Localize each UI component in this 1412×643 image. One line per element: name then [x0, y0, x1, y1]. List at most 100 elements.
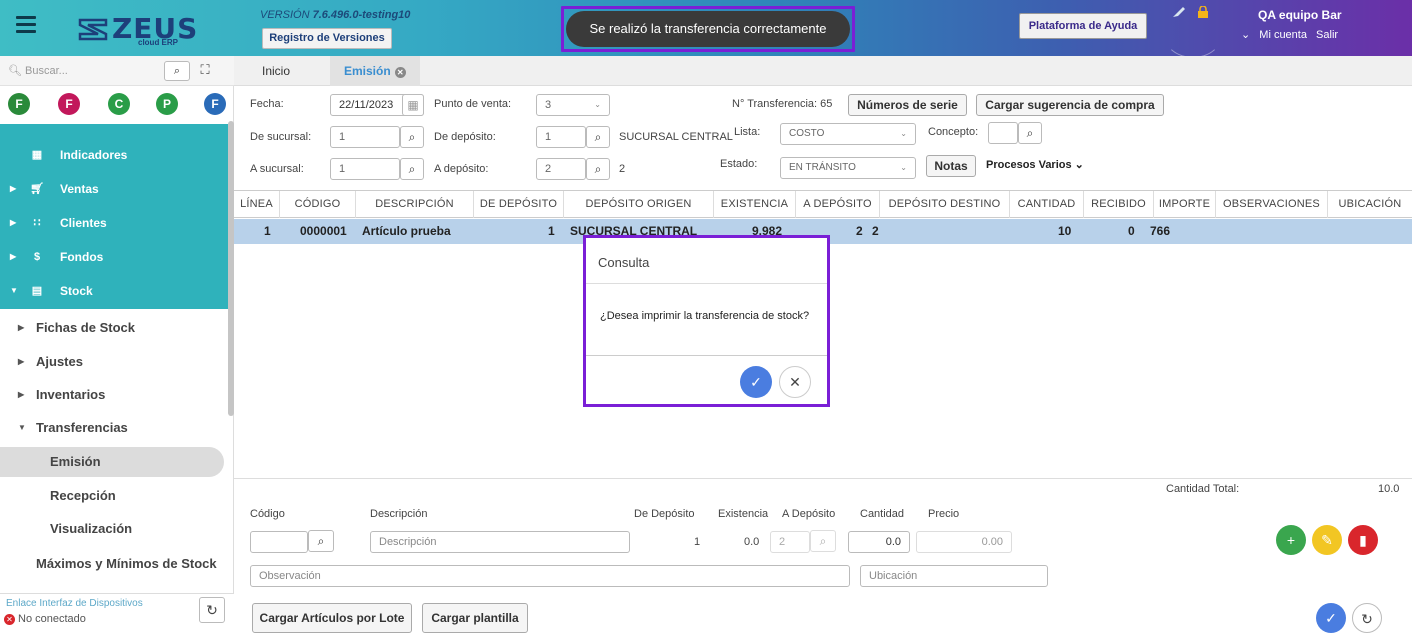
- sidebar-search: 🔍︎ Buscar... ⌕ ⛶: [0, 56, 234, 86]
- expand-icon[interactable]: ⛶: [196, 62, 214, 80]
- users-icon: ∷: [33, 217, 41, 229]
- search-icon: ⌕: [594, 130, 602, 144]
- codigo-search-button[interactable]: ⌕: [308, 530, 334, 552]
- dialog-title: Consulta: [586, 238, 827, 284]
- sidebar-item-transferencias[interactable]: ▼ Transferencias: [0, 412, 228, 444]
- sidebar-item-stock[interactable]: ▼ ▤ Stock: [0, 276, 228, 306]
- sidebar-item-emision[interactable]: Emisión: [0, 447, 224, 477]
- column-header[interactable]: DEPÓSITO ORIGEN: [564, 191, 714, 218]
- my-account-link[interactable]: Mi cuenta: [1259, 29, 1307, 41]
- sidebar-item-recepcion[interactable]: Recepción: [0, 481, 224, 511]
- cargar-sugerencia-button[interactable]: Cargar sugerencia de compra: [976, 94, 1164, 116]
- column-header[interactable]: CÓDIGO: [280, 191, 356, 218]
- lista-select[interactable]: COSTO ⌄: [780, 123, 916, 145]
- estado-select[interactable]: EN TRÁNSITO ⌄: [780, 157, 916, 179]
- close-icon[interactable]: ✕: [394, 67, 406, 78]
- submenu-label: Fichas de Stock: [36, 320, 135, 335]
- favorite-shortcut[interactable]: F: [8, 93, 30, 115]
- help-platform-button[interactable]: Plataforma de Ayuda: [1019, 13, 1147, 39]
- hamburger-menu-icon[interactable]: [16, 16, 36, 33]
- tab-emision[interactable]: Emisión ✕: [330, 56, 420, 86]
- delete-button[interactable]: ▮: [1348, 525, 1378, 555]
- column-header[interactable]: IMPORTE: [1154, 191, 1216, 218]
- search-input[interactable]: 🔍︎ Buscar...: [8, 64, 68, 77]
- calendar-icon[interactable]: ▦: [402, 94, 424, 116]
- chevron-right-icon: ▶: [18, 357, 25, 366]
- column-header[interactable]: RECIBIDO: [1084, 191, 1154, 218]
- column-header[interactable]: A DEPÓSITO: [796, 191, 880, 218]
- concepto-field[interactable]: [988, 122, 1018, 144]
- refresh-button[interactable]: ↻: [1352, 603, 1382, 633]
- a-sucursal-field[interactable]: 1: [330, 158, 400, 180]
- ubicacion-field[interactable]: Ubicación: [860, 565, 1048, 587]
- search-button[interactable]: ⌕: [164, 61, 190, 81]
- sidebar-item-fichas-stock[interactable]: ▶ Fichas de Stock: [0, 312, 228, 344]
- sidebar-item-ventas[interactable]: ▶ 🛒︎ Ventas: [0, 174, 228, 204]
- column-header[interactable]: DESCRIPCIÓN: [356, 191, 474, 218]
- de-sucursal-search-button[interactable]: ⌕: [400, 126, 424, 148]
- column-header[interactable]: OBSERVACIONES: [1216, 191, 1328, 218]
- cargar-lote-button[interactable]: Cargar Artículos por Lote: [252, 603, 412, 633]
- logout-link[interactable]: Salir: [1316, 29, 1338, 41]
- pen-icon[interactable]: [1172, 6, 1186, 18]
- submenu-label: Ajustes: [36, 354, 83, 369]
- a-sucursal-search-button[interactable]: ⌕: [400, 158, 424, 180]
- zeus-logo[interactable]: ZEUS cloud ERP: [76, 10, 197, 47]
- sidebar-item-ajustes[interactable]: ▶ Ajustes: [0, 346, 228, 378]
- chevron-right-icon: ▶: [18, 390, 25, 399]
- dialog-accept-button[interactable]: ✓: [740, 366, 772, 398]
- notas-button[interactable]: Notas: [926, 155, 976, 177]
- de-deposito-name: SUCURSAL CENTRAL: [619, 131, 733, 143]
- de-deposito-search-button[interactable]: ⌕: [586, 126, 610, 148]
- column-header[interactable]: EXISTENCIA: [714, 191, 796, 218]
- search-placeholder: Buscar...: [25, 65, 68, 77]
- favorite-shortcut[interactable]: C: [108, 93, 130, 115]
- codigo-field[interactable]: [250, 531, 308, 553]
- concepto-search-button[interactable]: ⌕: [1018, 122, 1042, 144]
- chevron-down-icon: ▼: [10, 286, 18, 295]
- sidebar-item-visualizacion[interactable]: Visualización: [0, 514, 224, 544]
- dialog-cancel-button[interactable]: ✕: [779, 366, 811, 398]
- changelog-button[interactable]: Registro de Versiones: [262, 28, 392, 49]
- observacion-field[interactable]: Observación: [250, 565, 850, 587]
- a-deposito-search-button[interactable]: ⌕: [586, 158, 610, 180]
- favorite-shortcut[interactable]: P: [156, 93, 178, 115]
- nro-transferencia-value: 65: [820, 98, 833, 110]
- punto-venta-select[interactable]: 3 ⌄: [536, 94, 610, 116]
- column-header[interactable]: DEPÓSITO DESTINO: [880, 191, 1010, 218]
- favorite-shortcut[interactable]: F: [58, 93, 80, 115]
- numeros-serie-button[interactable]: Números de serie: [848, 94, 967, 116]
- add-button[interactable]: +: [1276, 525, 1306, 555]
- logo-subtext: cloud ERP: [138, 38, 179, 47]
- tab-inicio[interactable]: Inicio: [248, 56, 304, 86]
- sidebar-item-fondos[interactable]: ▶ $ Fondos: [0, 242, 228, 272]
- de-deposito-value: 1: [694, 536, 701, 548]
- sidebar-item-indicadores[interactable]: ▦ Indicadores: [0, 140, 228, 170]
- a-deposito-search-button[interactable]: ⌕: [810, 530, 836, 552]
- column-header[interactable]: DE DEPÓSITO: [474, 191, 564, 218]
- a-deposito-field[interactable]: 2: [536, 158, 586, 180]
- chevron-down-icon[interactable]: ⌄: [1241, 29, 1250, 41]
- de-deposito-field[interactable]: 1: [536, 126, 586, 148]
- precio-field[interactable]: 0.00: [916, 531, 1012, 553]
- cargar-plantilla-button[interactable]: Cargar plantilla: [422, 603, 528, 633]
- cell-recibido: 0: [1128, 224, 1135, 238]
- procesos-varios-menu[interactable]: Procesos Varios ⌄: [986, 158, 1084, 171]
- device-status: ✕ No conectado: [4, 613, 86, 625]
- de-sucursal-field[interactable]: 1: [330, 126, 400, 148]
- column-header[interactable]: CANTIDAD: [1010, 191, 1084, 218]
- column-header[interactable]: LÍNEA: [234, 191, 280, 218]
- a-deposito-field[interactable]: 2: [770, 531, 810, 553]
- column-header[interactable]: UBICACIÓN: [1328, 191, 1412, 218]
- sidebar-item-clientes[interactable]: ▶ ∷ Clientes: [0, 208, 228, 238]
- edit-button[interactable]: ✎: [1312, 525, 1342, 555]
- sidebar-item-maximos-minimos[interactable]: Máximos y Mínimos de Stock: [0, 548, 228, 580]
- search-icon: ⌕: [1026, 126, 1034, 140]
- cantidad-field[interactable]: 0.0: [848, 531, 910, 553]
- descripcion-field[interactable]: Descripción: [370, 531, 630, 553]
- device-connect-button[interactable]: ↻: [199, 597, 225, 623]
- confirm-button[interactable]: ✓: [1316, 603, 1346, 633]
- box-icon: ▤: [31, 285, 43, 297]
- sidebar-item-inventarios[interactable]: ▶ Inventarios: [0, 379, 228, 411]
- favorite-shortcut[interactable]: F: [204, 93, 226, 115]
